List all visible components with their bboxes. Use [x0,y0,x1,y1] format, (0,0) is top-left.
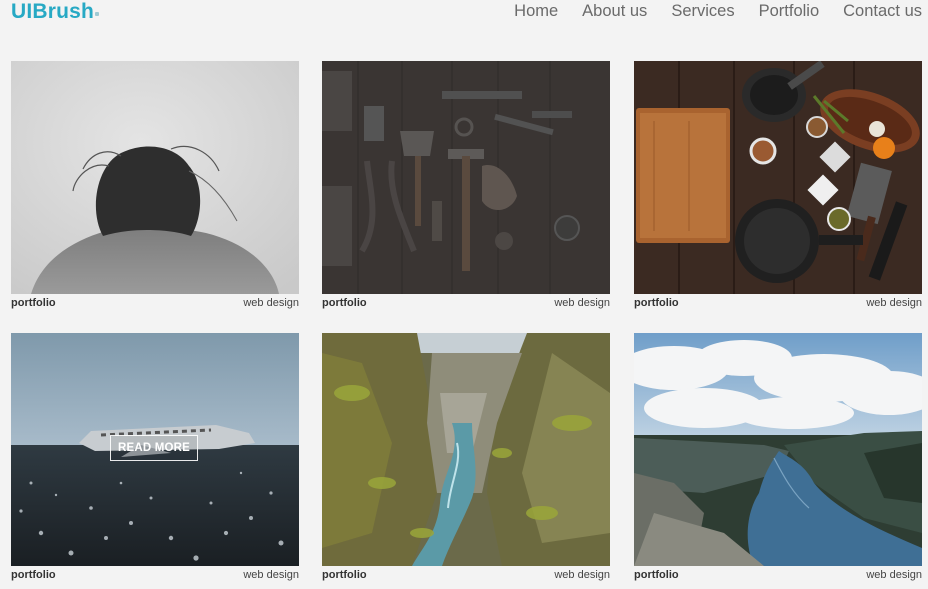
card-tag[interactable]: web design [243,569,299,581]
card-meta: portfolio web design [11,295,299,310]
portfolio-card: portfolio web design [322,333,610,582]
card-tag[interactable]: web design [243,297,299,309]
card-category[interactable]: portfolio [11,297,56,309]
card-meta: portfolio web design [322,295,610,310]
main-nav: Home About us Services Portfolio Contact… [514,0,922,22]
portfolio-image-plane-wreck[interactable]: READ MORE [11,333,299,566]
card-meta: portfolio web design [322,567,610,582]
read-more-button[interactable]: READ MORE [110,435,198,461]
card-category[interactable]: portfolio [322,297,367,309]
portfolio-card: portfolio web design [634,61,922,310]
card-meta: portfolio web design [634,567,922,582]
card-meta: portfolio web design [11,567,299,582]
card-tag[interactable]: web design [554,569,610,581]
card-category[interactable]: portfolio [322,569,367,581]
card-category[interactable]: portfolio [634,297,679,309]
portfolio-image-kitchen[interactable] [634,61,922,294]
card-tag[interactable]: web design [866,569,922,581]
nav-portfolio[interactable]: Portfolio [759,0,820,22]
nav-services[interactable]: Services [671,0,734,22]
portfolio-image-tools[interactable] [322,61,610,294]
card-category[interactable]: portfolio [634,569,679,581]
logo-text[interactable]: UIBrush [11,0,94,23]
portfolio-card: READ MORE portfolio web design [11,333,299,582]
portfolio-card: portfolio web design [11,61,299,310]
registered-mark-icon [95,12,100,16]
card-tag[interactable]: web design [554,297,610,309]
portfolio-card: portfolio web design [322,61,610,310]
portfolio-image-canyon[interactable] [322,333,610,566]
card-meta: portfolio web design [634,295,922,310]
site-logo[interactable]: UIBrush [11,0,100,24]
card-tag[interactable]: web design [866,297,922,309]
portfolio-card: portfolio web design [634,333,922,582]
page: UIBrush Home About us Services Portfolio… [0,0,928,589]
nav-contact-us[interactable]: Contact us [843,0,922,22]
card-category[interactable]: portfolio [11,569,56,581]
nav-home[interactable]: Home [514,0,558,22]
portfolio-image-fjord[interactable] [634,333,922,566]
nav-about-us[interactable]: About us [582,0,647,22]
portfolio-image-woman[interactable] [11,61,299,294]
